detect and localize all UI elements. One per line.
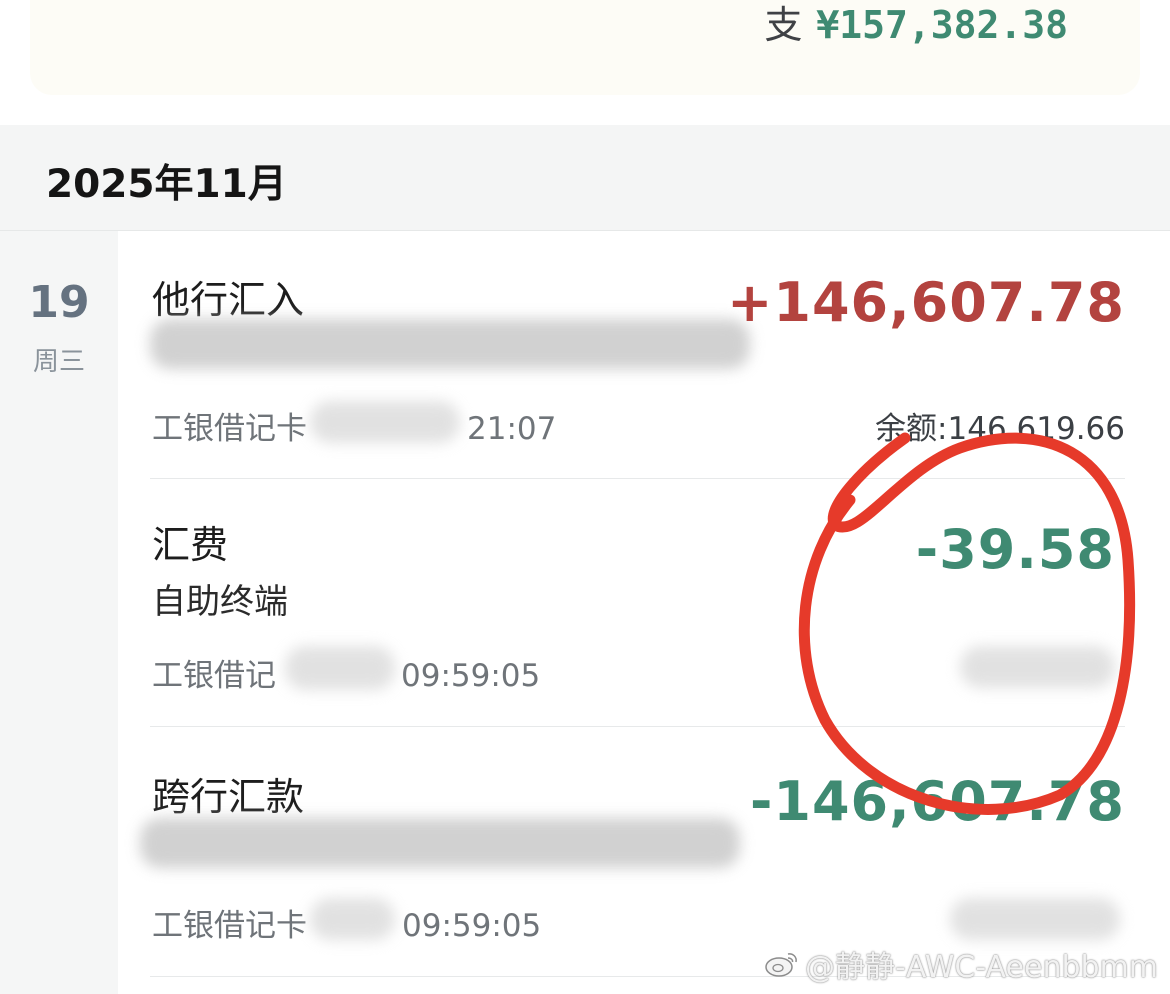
date-column: 19 周三	[0, 231, 118, 994]
transaction-time: 09:59:05	[401, 658, 541, 694]
balance-after: 余额:146,619.66	[875, 411, 1125, 447]
redacted-balance	[960, 646, 1115, 688]
transaction-subtitle: 自助终端	[152, 582, 288, 622]
redacted-balance	[950, 898, 1120, 940]
card-label: 工银借记卡	[152, 411, 307, 447]
weekday-label: 周三	[32, 347, 85, 377]
redacted-card-number	[310, 401, 460, 443]
month-title: 2025年11月	[46, 162, 287, 207]
card-label: 工银借记	[152, 658, 276, 694]
transaction-amount: -39.58	[915, 518, 1115, 581]
day-number: 19	[28, 277, 90, 328]
card-label: 工银借记卡	[152, 908, 307, 944]
transaction-row[interactable]: 他行汇入 工银借记卡 21:07 +146,607.78 余额:146,619.6…	[150, 231, 1125, 479]
expense-summary: 支 ¥157,382.38	[764, 0, 1068, 49]
redacted-details	[140, 818, 740, 868]
transaction-time: 21:07	[467, 411, 557, 447]
summary-card: 支 ¥157,382.38	[30, 0, 1140, 95]
transaction-title: 跨行汇款	[152, 775, 305, 819]
watermark-text: @静静-AWC-Aeenbbmm	[805, 950, 1158, 985]
expense-label: 支	[764, 3, 803, 47]
transaction-title: 汇费	[152, 523, 229, 567]
watermark: @静静-AWC-Aeenbbmm	[765, 942, 1158, 986]
redacted-card-number	[285, 646, 395, 690]
transaction-amount: -146,607.78	[749, 770, 1125, 833]
transaction-time: 09:59:05	[402, 908, 542, 944]
transaction-title: 他行汇入	[152, 278, 305, 322]
month-header[interactable]: 2025年11月	[0, 125, 1170, 231]
transaction-row[interactable]: 汇费 自助终端 工银借记 09:59:05 -39.58	[150, 478, 1125, 727]
expense-total: ¥157,382.38	[816, 3, 1068, 47]
redacted-card-number	[310, 898, 395, 940]
redacted-details	[150, 319, 750, 369]
weibo-logo-icon	[765, 953, 797, 977]
transaction-amount: +146,607.78	[727, 271, 1125, 334]
transaction-row[interactable]: 跨行汇款 工银借记卡 09:59:05 -146,607.78	[140, 726, 1125, 977]
